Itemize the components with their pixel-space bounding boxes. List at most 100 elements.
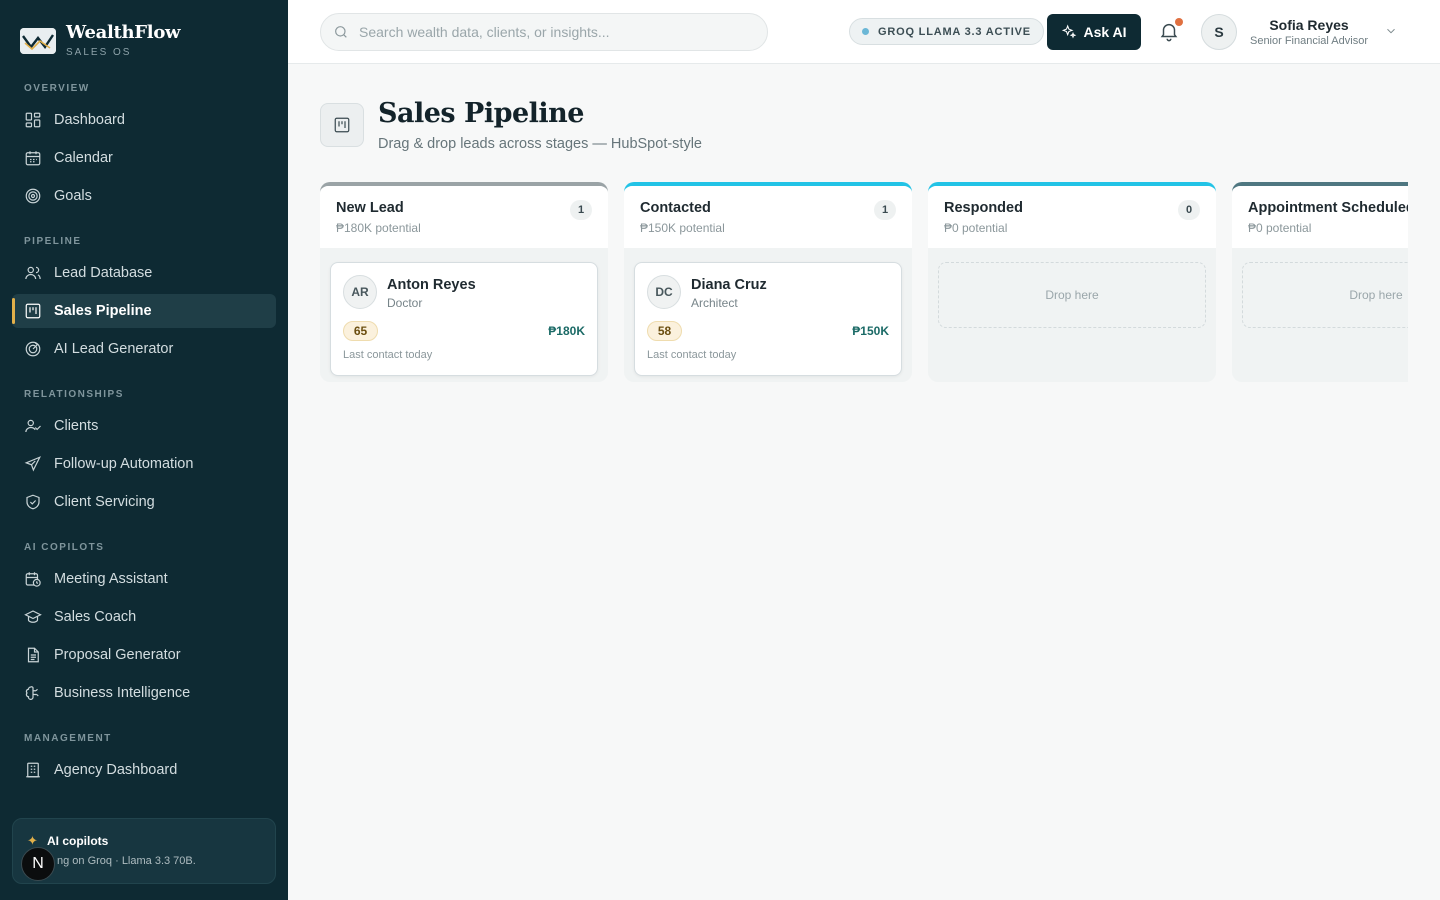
notification-dot [1175, 18, 1183, 26]
lead-card[interactable]: AR Anton Reyes Doctor 65 ₱180K Last cont… [330, 262, 598, 376]
send-icon [24, 455, 42, 473]
lead-amount: ₱150K [852, 324, 889, 338]
sidebar-item-ai-lead-generator[interactable]: AI Lead Generator [12, 332, 276, 366]
ask-ai-button[interactable]: Ask AI [1047, 14, 1141, 50]
page-title: Sales Pipeline [378, 98, 584, 129]
sidebar-item-agency-dashboard[interactable]: Agency Dashboard [12, 753, 276, 787]
pipeline-column-contacted[interactable]: Contacted ₱150K potential 1 DC Diana Cru… [624, 182, 912, 382]
sidebar-item-sales-pipeline[interactable]: Sales Pipeline [12, 294, 276, 328]
section-label-pipeline: PIPELINE [24, 236, 82, 247]
column-count-badge: 1 [570, 200, 592, 220]
lead-score-badge: 58 [647, 321, 682, 341]
brain-icon [24, 684, 42, 702]
user-check-icon [24, 417, 42, 435]
radar-icon [24, 340, 42, 358]
kanban-icon [24, 302, 42, 320]
n-badge[interactable]: N [21, 847, 55, 881]
drop-zone[interactable]: Drop here [1242, 262, 1408, 328]
brand[interactable]: WealthFlow SALES OS [20, 22, 181, 58]
sidebar-item-business-intelligence[interactable]: Business Intelligence [12, 676, 276, 710]
sidebar-item-label: Follow-up Automation [54, 456, 194, 472]
users-icon [24, 264, 42, 282]
section-label-relationships: RELATIONSHIPS [24, 389, 124, 400]
sidebar-item-clients[interactable]: Clients [12, 409, 276, 443]
chevron-down-icon[interactable] [1384, 24, 1398, 38]
status-dot-icon [862, 28, 869, 35]
shield-check-icon [24, 493, 42, 511]
ai-copilots-title: AI copilots [47, 834, 109, 848]
sidebar-item-label: Clients [54, 418, 99, 434]
user-role: Senior Financial Advisor [1249, 35, 1368, 47]
sidebar-item-client-servicing[interactable]: Client Servicing [12, 485, 276, 519]
kanban-icon [320, 103, 364, 147]
column-count-badge: 0 [1178, 200, 1200, 220]
model-status-badge: GROQ LLAMA 3.3 ACTIVE [849, 18, 1044, 45]
sidebar-item-label: Goals [54, 188, 92, 204]
section-label-ai-copilots: AI COPILOTS [24, 542, 105, 553]
sidebar-item-label: Business Intelligence [54, 685, 191, 701]
sidebar-item-dashboard[interactable]: Dashboard [12, 103, 276, 137]
sidebar-item-label: Lead Database [54, 265, 153, 281]
column-count-badge: 1 [874, 200, 896, 220]
calendar-icon [24, 149, 42, 167]
calendar-clock-icon [24, 570, 42, 588]
section-label-overview: OVERVIEW [24, 83, 90, 94]
user-name[interactable]: Sofia Reyes [1246, 17, 1372, 33]
drop-zone[interactable]: Drop here [938, 262, 1206, 328]
pipeline-board: New Lead ₱180K potential 1 AR Anton Reye… [320, 182, 1408, 392]
search-icon [335, 26, 347, 38]
wealthflow-logo-icon [20, 28, 56, 54]
brand-name: WealthFlow [66, 22, 181, 43]
model-status-text: GROQ LLAMA 3.3 ACTIVE [878, 25, 1031, 38]
building-icon [24, 761, 42, 779]
sidebar-item-label: Calendar [54, 150, 113, 166]
column-header: Appointment Scheduled ₱0 potential [1232, 186, 1408, 248]
search-box[interactable] [320, 13, 768, 51]
lead-amount: ₱180K [548, 324, 585, 338]
pipeline-column-responded[interactable]: Responded ₱0 potential 0 Drop here [928, 182, 1216, 382]
sidebar-item-meeting-assistant[interactable]: Meeting Assistant [12, 562, 276, 596]
sidebar-item-label: Proposal Generator [54, 647, 181, 663]
sparkles-icon [1062, 24, 1077, 39]
column-header: Contacted ₱150K potential 1 [624, 186, 912, 248]
target-icon [24, 187, 42, 205]
sidebar-item-calendar[interactable]: Calendar [12, 141, 276, 175]
sidebar-item-sales-coach[interactable]: Sales Coach [12, 600, 276, 634]
lead-score-badge: 65 [343, 321, 378, 341]
lead-card[interactable]: DC Diana Cruz Architect 58 ₱150K Last co… [634, 262, 902, 376]
column-header: New Lead ₱180K potential 1 [320, 186, 608, 248]
sidebar-item-label: Meeting Assistant [54, 571, 168, 587]
notifications-button[interactable] [1158, 18, 1183, 44]
ai-copilots-subtitle: ng on Groq · Llama 3.3 70B. [57, 855, 196, 867]
sidebar-item-proposal-generator[interactable]: Proposal Generator [12, 638, 276, 672]
sidebar: WealthFlow SALES OS OVERVIEW Dashboard C… [0, 0, 288, 900]
sidebar-item-lead-database[interactable]: Lead Database [12, 256, 276, 290]
section-label-management: MANAGEMENT [24, 733, 112, 744]
sidebar-item-label: Sales Coach [54, 609, 137, 625]
ai-copilots-card: ✦ AI copilots ng on Groq · Llama 3.3 70B… [12, 818, 276, 884]
pipeline-column-appointment-scheduled[interactable]: Appointment Scheduled ₱0 potential Drop … [1232, 182, 1408, 382]
search-input[interactable] [359, 24, 739, 40]
column-title: Appointment Scheduled [1248, 200, 1408, 216]
column-title: Responded [944, 200, 1023, 216]
sidebar-item-label: Sales Pipeline [54, 303, 152, 319]
page-subtitle: Drag & drop leads across stages — HubSpo… [378, 136, 702, 152]
column-potential: ₱0 potential [1248, 221, 1312, 235]
lead-last-contact: Last contact today [647, 349, 737, 361]
lead-last-contact: Last contact today [343, 349, 433, 361]
lead-role: Architect [691, 296, 738, 310]
pipeline-column-new-lead[interactable]: New Lead ₱180K potential 1 AR Anton Reye… [320, 182, 608, 382]
user-avatar[interactable]: S [1201, 14, 1237, 50]
column-title: New Lead [336, 200, 404, 216]
sidebar-item-label: Client Servicing [54, 494, 155, 510]
lead-name: Anton Reyes [387, 277, 476, 293]
lead-avatar: AR [343, 275, 377, 309]
ask-ai-label: Ask AI [1083, 24, 1127, 40]
column-potential: ₱180K potential [336, 221, 421, 235]
graduation-cap-icon [24, 608, 42, 626]
sidebar-item-goals[interactable]: Goals [12, 179, 276, 213]
sidebar-item-follow-up-automation[interactable]: Follow-up Automation [12, 447, 276, 481]
column-header: Responded ₱0 potential 0 [928, 186, 1216, 248]
top-bar: GROQ LLAMA 3.3 ACTIVE Ask AI S Sofia Rey… [288, 0, 1440, 64]
column-potential: ₱0 potential [944, 221, 1008, 235]
